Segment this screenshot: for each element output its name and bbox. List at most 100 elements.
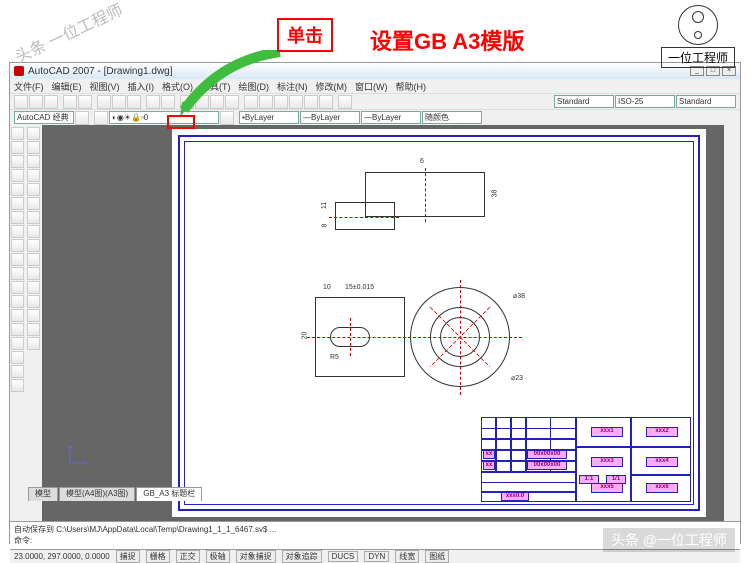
window-title: AutoCAD 2007 - [Drawing1.dwg] <box>28 66 173 77</box>
drawing-canvas[interactable]: 6 11 8 38 <box>42 125 724 521</box>
logo-text: 一位工程师 <box>661 47 735 68</box>
erase-tool[interactable] <box>27 127 40 140</box>
copy-button[interactable] <box>112 95 126 109</box>
xline-tool[interactable] <box>11 141 24 154</box>
paper-toggle[interactable]: 图纸 <box>425 550 449 563</box>
line-tool[interactable] <box>11 127 24 140</box>
layout-tab-gba3[interactable]: GB_A3 标题栏 <box>136 487 202 501</box>
layout-tab-model[interactable]: 模型 <box>28 487 58 501</box>
insert-block-tool[interactable] <box>11 281 24 294</box>
revcloud-tool[interactable] <box>11 225 24 238</box>
layout-tab-a4a3[interactable]: 模型(A4图)(A3图) <box>59 487 135 501</box>
hatch-tool[interactable] <box>11 323 24 336</box>
right-toolbar-dock <box>724 125 740 521</box>
titlebar[interactable]: AutoCAD 2007 - [Drawing1.dwg] _ □ × <box>10 63 740 79</box>
plotstyle-combo[interactable]: 随颜色 <box>422 111 482 124</box>
annotation-arrow <box>180 50 290 120</box>
mtext-tool[interactable] <box>11 379 24 392</box>
spline-tool[interactable] <box>11 239 24 252</box>
preview-button[interactable] <box>78 95 92 109</box>
lwt-toggle[interactable]: 线宽 <box>395 550 419 563</box>
chamfer-tool[interactable] <box>27 309 40 322</box>
copy-tool[interactable] <box>27 141 40 154</box>
layer-toolbar: AutoCAD 经典 ◐◉☀🔒▫ 0 ▪ ByLayer — ByLayer —… <box>10 109 740 125</box>
new-button[interactable] <box>14 95 28 109</box>
modify-toolbar <box>26 125 42 521</box>
paper-sheet: 6 11 8 38 <box>172 129 706 517</box>
open-button[interactable] <box>29 95 43 109</box>
main-area: 6 11 8 38 <box>10 125 740 521</box>
layer-manager-button[interactable] <box>94 111 108 125</box>
ellipse-arc-tool[interactable] <box>11 267 24 280</box>
pline-tool[interactable] <box>11 155 24 168</box>
circle-tool[interactable] <box>11 211 24 224</box>
extend-tool[interactable] <box>27 267 40 280</box>
menu-insert[interactable]: 插入(I) <box>128 80 155 93</box>
menu-window[interactable]: 窗口(W) <box>355 80 388 93</box>
workspace-combo[interactable]: AutoCAD 经典 <box>14 111 74 124</box>
gradient-tool[interactable] <box>11 337 24 350</box>
ucs-icon <box>67 441 92 466</box>
scale-tool[interactable] <box>27 225 40 238</box>
ellipse-tool[interactable] <box>11 253 24 266</box>
author-logo: 一位工程师 <box>661 5 735 68</box>
menubar: 文件(F) 编辑(E) 视图(V) 插入(I) 格式(O) 工具(T) 绘图(D… <box>10 79 740 93</box>
otrack-toggle[interactable]: 对象追踪 <box>282 550 322 563</box>
markup-button[interactable] <box>304 95 318 109</box>
rotate-tool[interactable] <box>27 211 40 224</box>
workspace-settings-button[interactable] <box>75 111 89 125</box>
paste-button[interactable] <box>127 95 141 109</box>
logo-circle-icon <box>678 5 718 45</box>
menu-help[interactable]: 帮助(H) <box>396 80 427 93</box>
osnap-toggle[interactable]: 对象捕捉 <box>236 550 276 563</box>
menu-edit[interactable]: 编辑(E) <box>52 80 82 93</box>
snap-toggle[interactable]: 捕捉 <box>116 550 140 563</box>
ducs-toggle[interactable]: DUCS <box>328 551 359 562</box>
region-tool[interactable] <box>11 351 24 364</box>
qcalc-button[interactable] <box>319 95 333 109</box>
polar-toggle[interactable]: 极轴 <box>206 550 230 563</box>
ortho-toggle[interactable]: 正交 <box>176 550 200 563</box>
explode-tool[interactable] <box>27 337 40 350</box>
break-tool[interactable] <box>27 281 40 294</box>
dyn-toggle[interactable]: DYN <box>364 551 389 562</box>
offset-tool[interactable] <box>27 169 40 182</box>
menu-view[interactable]: 视图(V) <box>90 80 120 93</box>
draw-toolbar <box>10 125 26 521</box>
table-tool[interactable] <box>11 365 24 378</box>
linetype-combo[interactable]: — ByLayer <box>300 111 360 124</box>
drawing-frame: 6 11 8 38 <box>178 135 700 511</box>
annotation-click-label: 单击 <box>277 18 333 52</box>
polygon-tool[interactable] <box>11 169 24 182</box>
move-tool[interactable] <box>27 197 40 210</box>
grid-toggle[interactable]: 栅格 <box>146 550 170 563</box>
autocad-window: AutoCAD 2007 - [Drawing1.dwg] _ □ × 文件(F… <box>9 62 741 544</box>
cut-button[interactable] <box>97 95 111 109</box>
table-style-combo[interactable]: Standard <box>676 95 736 108</box>
title-block: xxx1 xxx2 xxx3 xxx4 xxx5 xxx6 xx xx 00x0… <box>481 417 691 502</box>
lineweight-combo[interactable]: — ByLayer <box>361 111 421 124</box>
help-button[interactable] <box>338 95 352 109</box>
stretch-tool[interactable] <box>27 239 40 252</box>
dim-style-combo[interactable]: ISO-25 <box>615 95 675 108</box>
arc-tool[interactable] <box>11 197 24 210</box>
text-style-combo[interactable]: Standard <box>554 95 614 108</box>
fillet-tool[interactable] <box>27 323 40 336</box>
rectangle-tool[interactable] <box>11 183 24 196</box>
trim-tool[interactable] <box>27 253 40 266</box>
undo-button[interactable] <box>146 95 160 109</box>
plot-button[interactable] <box>63 95 77 109</box>
save-button[interactable] <box>44 95 58 109</box>
redo-button[interactable] <box>161 95 175 109</box>
join-tool[interactable] <box>27 295 40 308</box>
menu-file[interactable]: 文件(F) <box>14 80 44 93</box>
point-tool[interactable] <box>11 309 24 322</box>
layout-tabs: 模型 模型(A4图)(A3图) GB_A3 标题栏 <box>28 487 202 501</box>
drawing-frame-inner: 6 11 8 38 <box>184 141 694 505</box>
watermark-bottom-right: 头条 @一位工程师 <box>603 528 735 552</box>
menu-modify[interactable]: 修改(M) <box>316 80 348 93</box>
mirror-tool[interactable] <box>27 155 40 168</box>
make-block-tool[interactable] <box>11 295 24 308</box>
sheet-set-button[interactable] <box>289 95 303 109</box>
array-tool[interactable] <box>27 183 40 196</box>
